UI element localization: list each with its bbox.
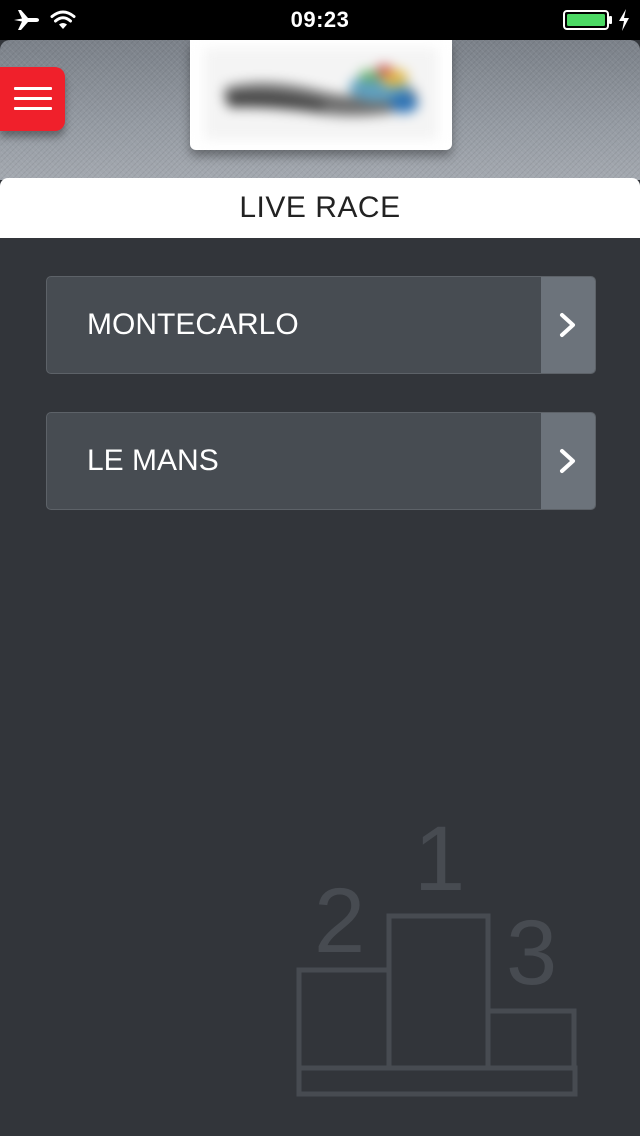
podium-third-place-number: 3 [506,902,557,1004]
race-item-chevron-button[interactable] [541,413,595,509]
app-logo [190,40,452,150]
race-item-label: MONTECARLO [87,308,299,341]
hamburger-menu-icon-bar [14,97,52,100]
podium-first-place-number: 1 [414,808,465,910]
chevron-right-icon [560,449,575,473]
battery-icon [563,10,612,30]
status-time: 09:23 [290,7,350,32]
page-title: LIVE RACE [0,178,640,238]
hamburger-menu-icon-bar [14,107,52,110]
chevron-right-icon [560,313,575,337]
race-item-label: LE MANS [87,444,219,477]
menu-button[interactable] [0,67,65,131]
status-bar: 09:23 [0,0,640,40]
blurred-logo-image [204,48,438,140]
race-item-le-mans[interactable]: LE MANS [46,412,596,510]
race-item-montecarlo[interactable]: MONTECARLO [46,276,596,374]
race-item-chevron-button[interactable] [541,277,595,373]
podium-second-place-number: 2 [314,870,365,972]
charging-icon [619,9,629,31]
hamburger-menu-icon [14,87,52,90]
podium-icon: 1 2 3 [296,808,578,1097]
